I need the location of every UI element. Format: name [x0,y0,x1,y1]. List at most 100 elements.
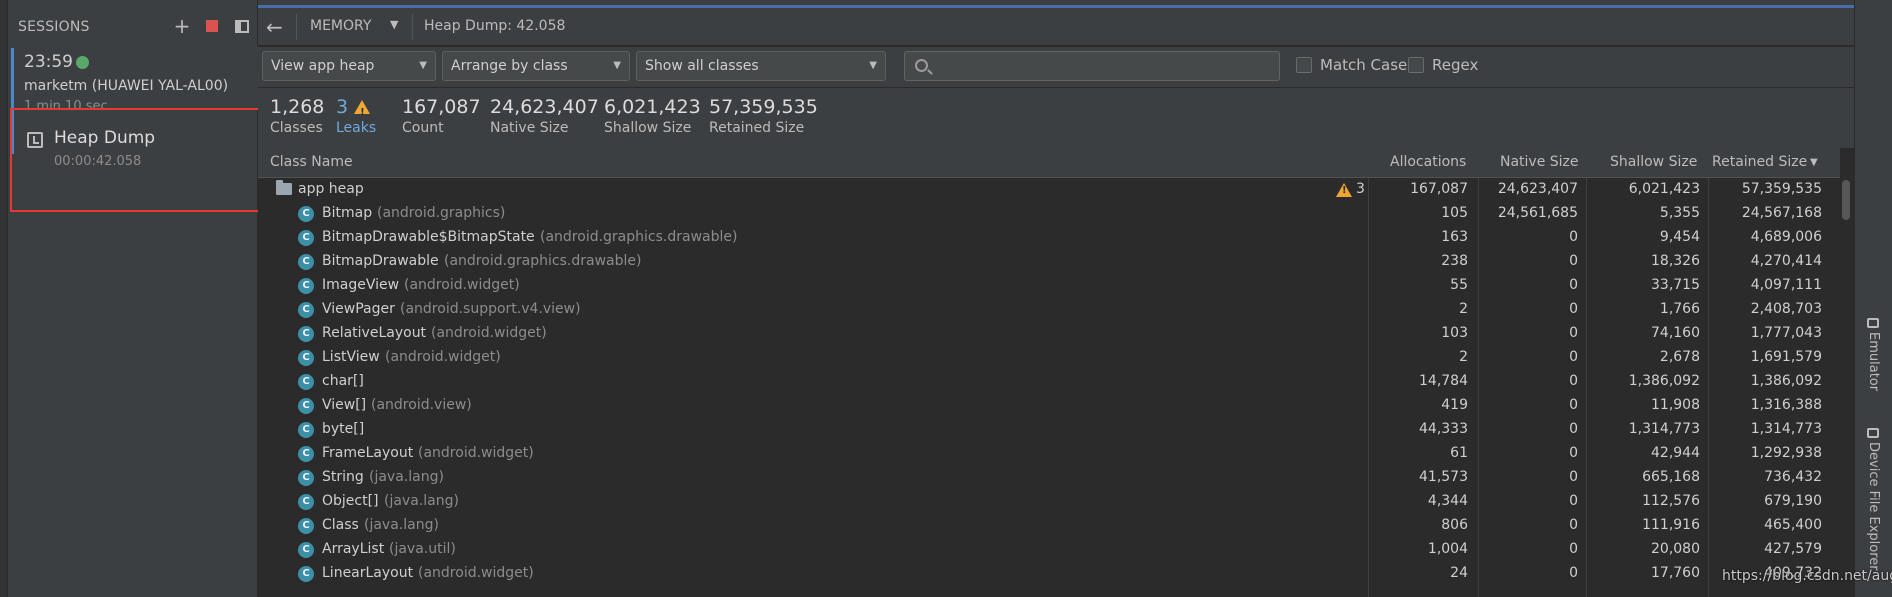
back-arrow-icon[interactable]: ← [266,17,288,37]
class-name: Object[] [322,493,379,509]
heap-dump-item[interactable]: Heap Dump 00:00:42.058 [10,108,266,212]
table-row[interactable]: C ViewPager (android.support.v4.view) 2 0 1,7… [258,298,1840,322]
table-row[interactable]: C ArrayList (java.util) 1,004 0 20,080 427,579 [258,538,1840,562]
cell-native: 0 [1569,493,1578,509]
sort-desc-icon[interactable]: ▼ [1810,157,1818,168]
class-package: (android.widget) [385,349,501,365]
cell-native: 0 [1569,469,1578,485]
table-row[interactable]: C ListView (android.widget) 2 0 2,678 1,691,57… [258,346,1840,370]
class-package: (android.view) [371,397,472,413]
class-name: BitmapDrawable [322,253,439,269]
cell-native: 0 [1569,277,1578,293]
session-live-indicator [76,56,89,69]
arrange-select[interactable]: Arrange by class ▼ [442,51,630,81]
col-native-size[interactable]: Native Size [1500,154,1579,170]
cell-allocations: 419 [1441,397,1468,413]
cell-shallow: 20,080 [1651,541,1700,557]
chevron-down-icon: ▼ [869,60,877,71]
cell-allocations: 1,004 [1427,541,1468,557]
stat-retained: 57,359,535 Retained Size [709,96,818,136]
table-row[interactable]: C RelativeLayout (android.widget) 103 0 74,16… [258,322,1840,346]
cell-native: 0 [1569,349,1578,365]
col-allocations[interactable]: Allocations [1390,154,1466,170]
root-shallow: 6,021,423 [1628,181,1700,197]
heap-select-value: View app heap [271,58,375,74]
table-scrollbar[interactable] [1842,180,1850,220]
cell-shallow: 1,386,092 [1628,373,1700,389]
plus-icon[interactable]: + [172,14,192,38]
table-row[interactable]: C Object[] (java.lang) 4,344 0 112,576 679,190 [258,490,1840,514]
table-row-root[interactable]: app heap 3 167,087 24,623,407 6,021,423 … [258,178,1840,202]
cell-allocations: 41,573 [1419,469,1468,485]
session-item[interactable]: 23:59 marketm (HUAWEI YAL-AL00) 1 min 10… [8,46,258,154]
cell-retained: 736,432 [1764,469,1822,485]
table-row[interactable]: C Bitmap (android.graphics) 105 24,561,685 5,… [258,202,1840,226]
class-icon: C [298,494,314,510]
class-package: (java.lang) [384,493,459,509]
table-row[interactable]: C LinearLayout (android.widget) 24 0 17,760 40… [258,562,1840,586]
cell-allocations: 2 [1459,301,1468,317]
tab-emulator[interactable]: Emulator [1866,332,1881,391]
table-row[interactable]: C BitmapDrawable (android.graphics.drawabl… [258,250,1840,274]
stat-native-value: 24,623,407 [490,96,599,118]
stat-shallow-label: Shallow Size [604,120,692,136]
class-package: (android.graphics.drawable) [444,253,642,269]
stat-classes-label: Classes [270,120,323,136]
table-row[interactable]: C ImageView (android.widget) 55 0 33,715 4,097… [258,274,1840,298]
stat-classes: 1,268 Classes [270,96,324,136]
top-strip [0,0,1892,8]
cell-native: 0 [1569,301,1578,317]
cell-native: 24,561,685 [1497,205,1578,221]
table-row[interactable]: C Class (java.lang) 806 0 111,916 465,400 [258,514,1840,538]
class-name: String [322,469,364,485]
heap-select[interactable]: View app heap ▼ [262,51,436,81]
cell-allocations: 105 [1441,205,1468,221]
table-row[interactable]: C String (java.lang) 41,573 0 665,168 736,432 [258,466,1840,490]
cell-retained: 427,579 [1764,541,1822,557]
col-shallow-size[interactable]: Shallow Size [1610,154,1697,170]
regex-checkbox[interactable] [1408,57,1424,73]
class-package: (android.graphics.drawable) [540,229,738,245]
stat-leaks-label: Leaks [336,120,377,136]
table-row[interactable]: C BitmapDrawable$BitmapState (android.grap… [258,226,1840,250]
table-row[interactable]: Cchar[] 14,784 0 1,386,092 1,386,092 [258,370,1840,394]
col-class-name[interactable]: Class Name [270,154,353,170]
class-name: Bitmap [322,205,373,221]
filter-bar: View app heap ▼ Arrange by class ▼ Show … [258,47,1854,87]
cell-retained: 1,691,579 [1750,349,1822,365]
cell-shallow: 111,916 [1642,517,1700,533]
chevron-down-icon[interactable]: ▼ [390,18,398,31]
cell-native: 0 [1569,541,1578,557]
match-case-label[interactable]: Match Case [1320,56,1407,74]
toolbar-separator [412,14,413,40]
profiler-selector[interactable]: MEMORY [310,18,371,34]
stat-leaks[interactable]: 3 Leaks [336,96,376,136]
match-case-checkbox[interactable] [1296,57,1312,73]
warning-icon [354,100,371,124]
table-row[interactable]: Cbyte[] 44,333 0 1,314,773 1,314,773 [258,418,1840,442]
col-retained-size[interactable]: Retained Size [1712,154,1807,170]
table-row[interactable]: C View[] (android.view) 419 0 11,908 1,316,388 [258,394,1840,418]
search-input[interactable] [904,51,1280,81]
heap-dump-timestamp: 00:00:42.058 [54,154,142,169]
stop-icon[interactable] [202,16,222,36]
panel-icon[interactable] [232,16,252,36]
regex-label[interactable]: Regex [1432,56,1478,74]
tab-device-file-explorer[interactable]: Device File Explorer [1866,442,1881,571]
class-icon: C [298,254,314,270]
cell-allocations: 806 [1441,517,1468,533]
session-time: 23:59 [24,52,73,72]
cell-allocations: 44,333 [1419,421,1468,437]
class-name: char[] [322,373,364,389]
table-row[interactable]: C FrameLayout (android.widget) 61 0 42,944 1,2… [258,442,1840,466]
left-tool-strip [0,0,8,597]
stat-native-label: Native Size [490,120,569,136]
arrange-select-value: Arrange by class [451,58,568,74]
root-leaks: 3 [1356,181,1365,197]
cell-shallow: 112,576 [1642,493,1700,509]
class-package: (android.widget) [431,325,547,341]
cell-shallow: 74,160 [1651,325,1700,341]
cell-allocations: 55 [1450,277,1468,293]
show-classes-select[interactable]: Show all classes ▼ [636,51,886,81]
table-header: Class Name Allocations Native Size Shall… [258,148,1840,178]
